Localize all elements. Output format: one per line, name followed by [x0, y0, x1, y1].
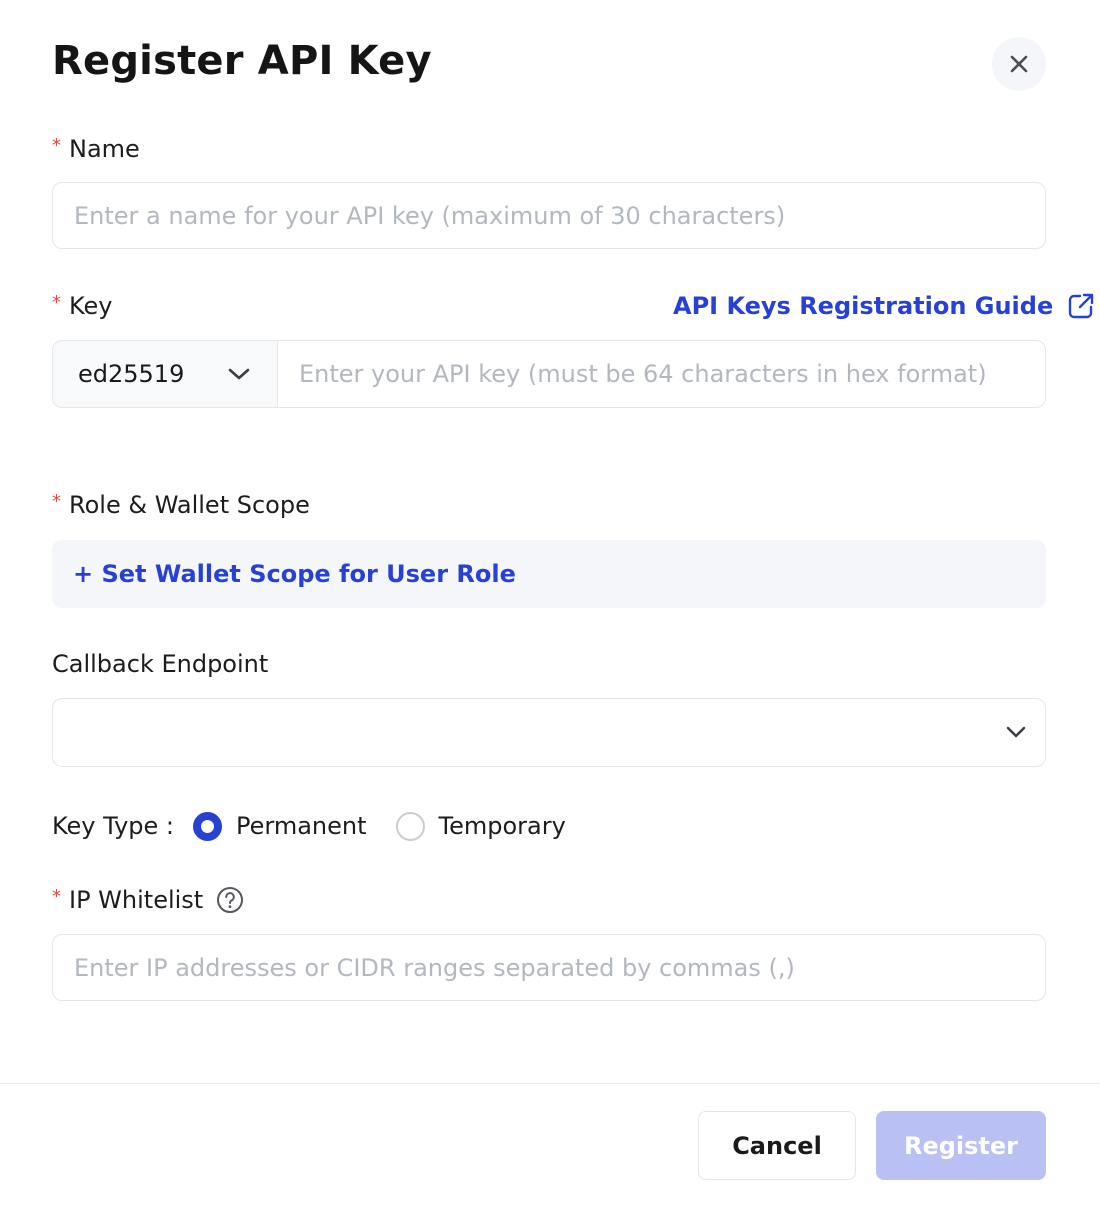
name-label-text: Name — [69, 135, 140, 163]
ip-whitelist-label: * IP Whitelist — [52, 886, 244, 914]
required-mark: * — [52, 134, 61, 156]
close-button[interactable] — [992, 37, 1046, 91]
permanent-label: Permanent — [235, 812, 367, 840]
name-label: * Name — [52, 134, 140, 164]
cancel-label: Cancel — [732, 1131, 822, 1160]
ip-whitelist-label-text: IP Whitelist — [69, 886, 204, 914]
temporary-label: Temporary — [438, 812, 566, 840]
callback-endpoint-select[interactable] — [52, 698, 1046, 767]
set-wallet-scope-button[interactable]: + Set Wallet Scope for User Role — [52, 540, 1046, 608]
name-input-container — [52, 182, 1046, 249]
key-input-group: ed25519 — [52, 340, 1046, 408]
key-type-temporary-option[interactable]: Temporary — [395, 811, 566, 841]
register-label: Register — [903, 1131, 1019, 1160]
register-api-key-dialog: Register API Key * Name * Key API Keys R… — [0, 0, 1100, 1205]
help-button[interactable] — [216, 886, 244, 914]
dialog-title: Register API Key — [52, 38, 432, 84]
key-type-permanent-option[interactable]: Permanent — [192, 811, 367, 841]
key-type-group: Key Type : Permanent Temporary — [52, 808, 566, 844]
key-input[interactable] — [299, 360, 1045, 388]
chevron-down-icon — [228, 368, 250, 380]
required-mark: * — [52, 490, 61, 512]
radio-temporary[interactable] — [395, 811, 425, 841]
required-mark: * — [52, 885, 61, 907]
cancel-button[interactable]: Cancel — [698, 1111, 856, 1180]
scope-label-text: Role & Wallet Scope — [69, 491, 310, 519]
question-circle-icon — [217, 887, 244, 913]
api-keys-guide-link[interactable]: API Keys Registration Guide — [673, 292, 1095, 320]
set-wallet-scope-text: + Set Wallet Scope for User Role — [73, 560, 516, 588]
callback-label-text: Callback Endpoint — [52, 650, 269, 678]
name-input[interactable] — [74, 183, 1045, 248]
key-input-container — [278, 341, 1045, 407]
chevron-down-icon — [1006, 726, 1026, 738]
close-icon — [1010, 55, 1028, 73]
key-algorithm-value: ed25519 — [78, 360, 185, 388]
key-algorithm-select[interactable]: ed25519 — [53, 341, 278, 407]
external-link-icon — [1069, 293, 1094, 319]
ip-whitelist-input[interactable] — [74, 935, 1045, 1000]
key-label: * Key — [52, 291, 113, 321]
radio-permanent[interactable] — [192, 811, 222, 841]
required-mark: * — [52, 291, 61, 313]
footer-divider — [0, 1083, 1100, 1084]
guide-link-text: API Keys Registration Guide — [673, 292, 1054, 320]
callback-label: Callback Endpoint — [52, 650, 268, 678]
key-type-label: Key Type : — [52, 812, 174, 840]
ip-whitelist-input-container — [52, 934, 1046, 1001]
scope-label: * Role & Wallet Scope — [52, 490, 310, 520]
register-button[interactable]: Register — [876, 1111, 1046, 1180]
key-label-text: Key — [69, 292, 113, 320]
